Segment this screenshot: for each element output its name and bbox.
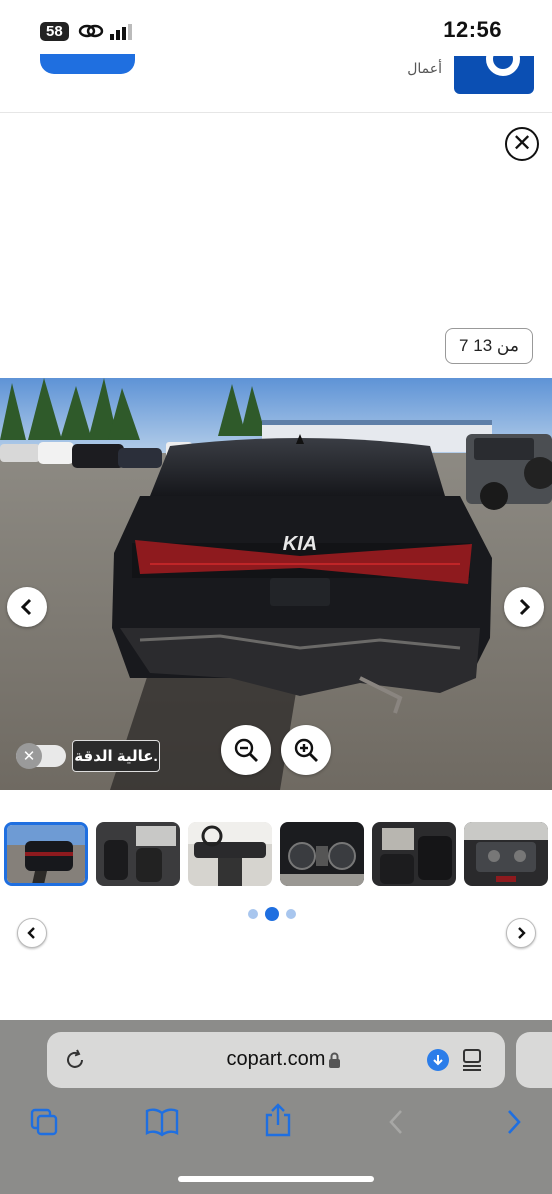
- page-dot-active[interactable]: [265, 907, 279, 921]
- toggle-off-icon: ✕: [16, 743, 42, 769]
- page-indicator: [248, 906, 300, 922]
- thumbnail-rear-exterior[interactable]: [4, 822, 88, 886]
- bookmarks-button[interactable]: [144, 1104, 180, 1140]
- header-text: أعمال: [407, 60, 442, 76]
- hd-label: عالية الدقة.: [72, 740, 160, 772]
- bookmarks-icon: [145, 1108, 179, 1137]
- main-photo[interactable]: KIA: [0, 378, 552, 790]
- hd-toggle[interactable]: ✕: [16, 743, 66, 769]
- zoom-in-icon: [294, 738, 318, 762]
- close-icon: ✕: [511, 130, 533, 157]
- chevron-right-icon: [519, 598, 531, 616]
- thumbnails-next-button[interactable]: [506, 918, 536, 948]
- thumbnail-engine-bay[interactable]: [464, 822, 548, 886]
- forward-button[interactable]: [496, 1104, 532, 1140]
- page-header: أعمال: [0, 54, 552, 113]
- close-button[interactable]: ✕: [505, 127, 539, 161]
- brand-logo[interactable]: [454, 56, 534, 94]
- prev-image-button[interactable]: [7, 587, 47, 627]
- next-image-button[interactable]: [504, 587, 544, 627]
- car-rear-photo: KIA: [0, 378, 552, 790]
- notification-badge: 58: [40, 22, 69, 41]
- address-bar[interactable]: copart.com: [47, 1032, 505, 1088]
- share-icon: [265, 1103, 291, 1137]
- next-tab-preview[interactable]: [516, 1032, 552, 1088]
- thumbnail-rear-seat[interactable]: [372, 822, 456, 886]
- zoom-out-button[interactable]: [221, 725, 271, 775]
- thumbnails-prev-button[interactable]: [17, 918, 47, 948]
- home-indicator[interactable]: [178, 1176, 374, 1182]
- zoom-out-icon: [234, 738, 258, 762]
- tabs-button[interactable]: [26, 1104, 62, 1140]
- svg-text:KIA: KIA: [283, 533, 317, 555]
- thumbnail-instrument-cluster[interactable]: [280, 822, 364, 886]
- link-icon: [78, 24, 104, 38]
- header-action-button[interactable]: [40, 54, 135, 74]
- chevron-left-icon: [20, 598, 32, 616]
- zoom-in-button[interactable]: [281, 725, 331, 775]
- tabs-icon: [30, 1108, 58, 1136]
- thumbnail-front-seats[interactable]: [96, 822, 180, 886]
- back-arrow-icon: [389, 1110, 402, 1134]
- image-counter: من 13 7: [445, 328, 533, 364]
- download-icon[interactable]: [427, 1049, 449, 1071]
- reader-icon[interactable]: [461, 1048, 483, 1072]
- page-dot[interactable]: [286, 909, 296, 919]
- lock-icon: [329, 1052, 340, 1068]
- share-button[interactable]: [260, 1102, 296, 1138]
- forward-arrow-icon: [508, 1110, 521, 1134]
- page-dot[interactable]: [248, 909, 258, 919]
- thumbnail-dashboard[interactable]: [188, 822, 272, 886]
- back-button[interactable]: [378, 1104, 414, 1140]
- clock: 12:56: [443, 17, 502, 42]
- status-bar: 58 12:56: [0, 0, 552, 60]
- chevron-right-icon: [518, 927, 526, 939]
- thumbnail-strip: [0, 822, 552, 888]
- signal-icon: [110, 24, 132, 40]
- chevron-left-icon: [27, 927, 35, 939]
